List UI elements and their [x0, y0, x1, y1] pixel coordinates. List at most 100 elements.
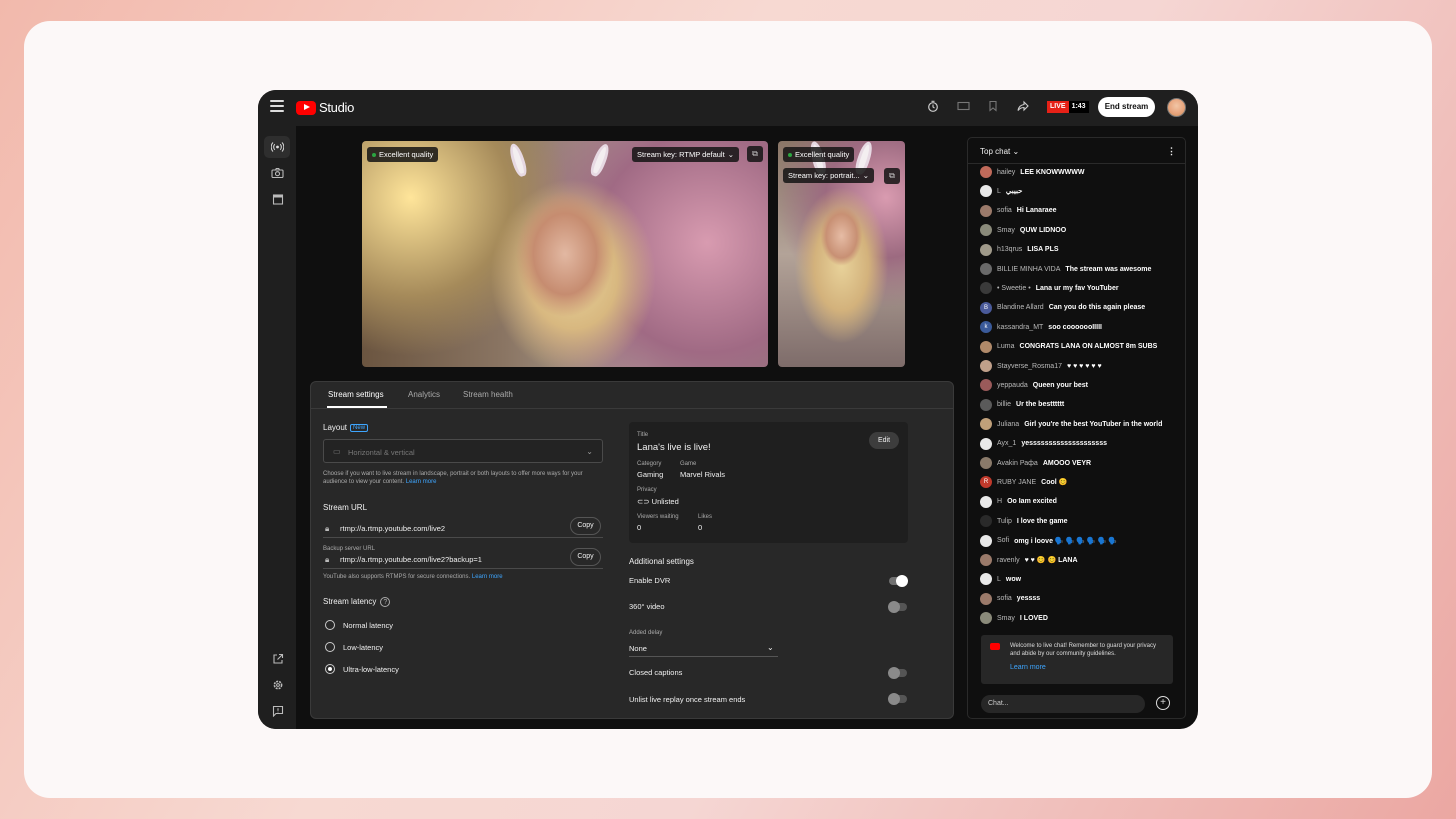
- chat-author[interactable]: RUBY JANE: [997, 479, 1036, 486]
- studio-logo[interactable]: Studio: [296, 100, 354, 115]
- stream-key-select[interactable]: Stream key: portrait... ⌄: [783, 168, 874, 183]
- chat-author[interactable]: Ayx_1: [997, 440, 1016, 447]
- chat-avatar[interactable]: [980, 224, 992, 237]
- chat-avatar[interactable]: [980, 340, 992, 353]
- copy-stream-url-button[interactable]: Copy: [570, 517, 601, 535]
- timer-icon[interactable]: [926, 100, 940, 114]
- chat-author[interactable]: L: [997, 188, 1001, 195]
- camera-icon[interactable]: [271, 167, 284, 180]
- captions-icon[interactable]: [956, 100, 970, 114]
- chat-author[interactable]: Sofi: [997, 537, 1009, 544]
- layout-learn-more-link[interactable]: Learn more: [406, 479, 437, 485]
- quality-label: Excellent quality: [795, 150, 850, 159]
- chat-avatar[interactable]: [980, 282, 992, 295]
- tab-stream-health[interactable]: Stream health: [463, 390, 513, 399]
- feedback-icon[interactable]: [271, 705, 284, 718]
- added-delay-select[interactable]: None ⌄: [629, 640, 778, 657]
- bookmark-icon[interactable]: [986, 100, 1000, 114]
- rtmps-learn-more-link[interactable]: Learn more: [472, 574, 503, 580]
- chat-avatar[interactable]: [980, 457, 992, 469]
- chat-author[interactable]: billie: [997, 401, 1011, 408]
- chat-author[interactable]: Juliana: [997, 421, 1019, 428]
- chat-avatar[interactable]: [980, 243, 992, 256]
- chat-message: Stayverse_Rosma17 ♥ ♥ ♥ ♥ ♥ ♥: [980, 359, 1102, 373]
- chat-avatar[interactable]: R: [980, 476, 992, 489]
- layout-icon: ▭: [333, 447, 341, 456]
- chat-author[interactable]: L: [997, 576, 1001, 583]
- settings-gear-icon[interactable]: [271, 679, 284, 692]
- chat-author[interactable]: sofia: [997, 207, 1012, 214]
- chat-author[interactable]: • Sweetie •: [997, 285, 1031, 292]
- chat-author[interactable]: H: [997, 498, 1002, 505]
- help-icon[interactable]: ?: [380, 597, 391, 607]
- add-icon[interactable]: +: [1156, 696, 1170, 710]
- chat-author[interactable]: kassandra_MT: [997, 324, 1043, 331]
- chat-avatar[interactable]: [980, 418, 992, 431]
- end-stream-button[interactable]: End stream: [1098, 97, 1155, 117]
- menu-icon[interactable]: [270, 100, 284, 112]
- chat-avatar[interactable]: B: [980, 301, 992, 314]
- chat-author[interactable]: Tulip: [997, 518, 1012, 525]
- chat-avatar[interactable]: [980, 166, 992, 178]
- title-label: Title: [637, 432, 649, 438]
- chat-author[interactable]: yeppauda: [997, 382, 1028, 389]
- lock-icon: 🔒︎: [325, 524, 330, 533]
- game-value: Marvel Rivals: [680, 470, 726, 479]
- calendar-icon[interactable]: [271, 193, 284, 206]
- chat-avatar[interactable]: [980, 592, 992, 605]
- chat-author[interactable]: Avakin Рафа: [997, 460, 1038, 467]
- chat-author[interactable]: BILLIE MINHA VIDA: [997, 266, 1060, 273]
- enable-dvr-toggle[interactable]: [889, 575, 908, 587]
- chat-avatar[interactable]: [980, 204, 992, 217]
- chat-avatar[interactable]: [980, 554, 992, 566]
- chat-author[interactable]: ravenly: [997, 557, 1020, 564]
- chat-author[interactable]: Stayverse_Rosma17: [997, 363, 1062, 370]
- edit-button[interactable]: Edit: [869, 432, 899, 449]
- chat-author[interactable]: Blandine Allard: [997, 304, 1044, 311]
- chat-avatar[interactable]: [980, 495, 992, 508]
- radio-low-latency[interactable]: [325, 642, 335, 652]
- chat-avatar[interactable]: [980, 573, 992, 586]
- radio-ultra-low-latency[interactable]: [325, 664, 335, 674]
- layout-help-text: Choose if you want to live stream in lan…: [323, 471, 583, 485]
- chat-avatar[interactable]: k: [980, 321, 992, 334]
- video-360-toggle[interactable]: [888, 601, 907, 613]
- stream-key-select[interactable]: Stream key: RTMP default ⌄: [632, 147, 739, 162]
- chat-author[interactable]: h13qrus: [997, 246, 1022, 253]
- chat-author[interactable]: Smay: [997, 615, 1015, 622]
- chat-mode-select[interactable]: Top chat ⌄: [980, 147, 1019, 156]
- copy-icon[interactable]: ⧉: [884, 168, 900, 184]
- chat-avatar[interactable]: [980, 398, 992, 411]
- chat-text: Lana ur my fav YouTuber: [1035, 284, 1119, 292]
- youtube-icon: [990, 643, 1000, 650]
- chat-input[interactable]: Chat...: [981, 695, 1145, 713]
- chat-avatar[interactable]: [980, 515, 992, 528]
- more-options-icon[interactable]: ⋮: [1167, 146, 1176, 157]
- chat-author[interactable]: sofia: [997, 595, 1012, 602]
- chat-author[interactable]: Smay: [997, 227, 1015, 234]
- tab-stream-settings[interactable]: Stream settings: [328, 390, 384, 399]
- open-external-icon[interactable]: [271, 653, 284, 666]
- copy-icon[interactable]: ⧉: [747, 146, 763, 162]
- chat-author[interactable]: hailey: [997, 169, 1015, 176]
- welcome-learn-more-link[interactable]: Learn more: [1010, 664, 1046, 672]
- share-icon[interactable]: [1016, 100, 1030, 114]
- chat-text: ♥ ♥ 😊 😊 LANA: [1024, 557, 1078, 564]
- unlist-replay-toggle[interactable]: [888, 693, 907, 705]
- chat-avatar[interactable]: [980, 379, 992, 392]
- chat-avatar[interactable]: [980, 360, 992, 372]
- closed-captions-toggle[interactable]: [888, 667, 907, 679]
- chevron-down-icon: ⌄: [727, 150, 734, 159]
- chat-avatar[interactable]: [980, 437, 992, 450]
- tab-analytics[interactable]: Analytics: [408, 390, 440, 399]
- account-avatar[interactable]: [1167, 98, 1186, 117]
- copy-backup-url-button[interactable]: Copy: [570, 548, 601, 566]
- chat-avatar[interactable]: [980, 534, 992, 547]
- layout-select[interactable]: ▭ Horizontal & vertical ⌄: [323, 439, 603, 463]
- radio-normal-latency[interactable]: [325, 620, 335, 630]
- live-broadcast-icon[interactable]: [270, 141, 285, 154]
- chat-avatar[interactable]: [980, 263, 992, 275]
- chat-author[interactable]: Luma: [997, 343, 1015, 350]
- chat-avatar[interactable]: [980, 185, 992, 198]
- chat-avatar[interactable]: [980, 612, 992, 625]
